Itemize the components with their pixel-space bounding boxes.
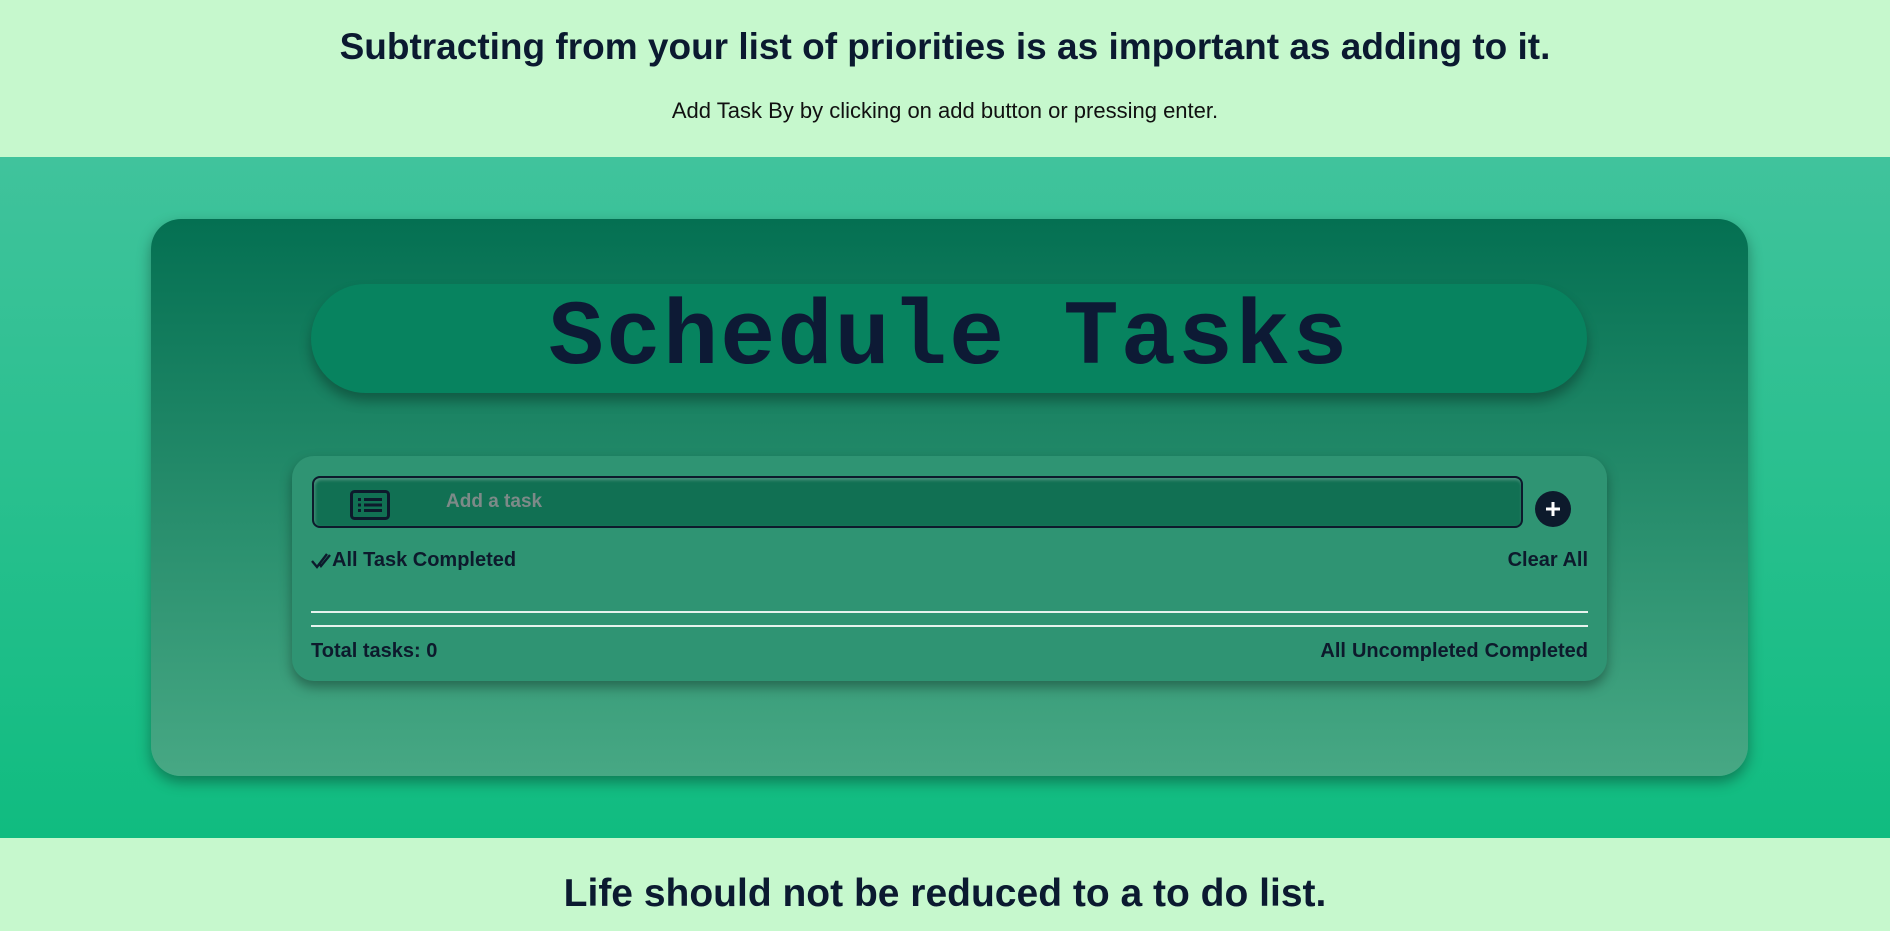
plus-icon bbox=[1546, 502, 1560, 516]
complete-all-label: All Task Completed bbox=[332, 549, 517, 571]
add-task-button[interactable] bbox=[1535, 491, 1571, 527]
total-tasks: Total tasks: 0 bbox=[311, 640, 438, 662]
clear-all-button[interactable]: Clear All bbox=[1508, 549, 1588, 572]
list-icon bbox=[350, 490, 390, 520]
complete-all-button[interactable]: All Task Completed bbox=[311, 549, 516, 572]
title-banner: Schedule Tasks bbox=[311, 284, 1587, 393]
task-footer: Total tasks: 0 All Uncompleted Completed bbox=[311, 640, 1588, 664]
todo-card: Schedule Tasks Add a task All Task Compl… bbox=[151, 219, 1748, 776]
header-hint: Add Task By by clicking on add button or… bbox=[671, 98, 1219, 123]
top-banner: Subtracting from your list of priorities… bbox=[0, 0, 1890, 157]
header-quote: Subtracting from your list of priorities… bbox=[339, 26, 1551, 67]
bottom-banner: Life should not be reduced to a to do li… bbox=[0, 838, 1890, 931]
task-panel: All Task Completed Clear All Total tasks… bbox=[292, 456, 1607, 681]
task-input-row bbox=[312, 476, 1523, 528]
bulk-actions: All Task Completed Clear All bbox=[311, 549, 1588, 573]
task-list-divider-bottom bbox=[311, 625, 1588, 627]
task-list-divider-top bbox=[311, 611, 1588, 613]
main-area: Schedule Tasks Add a task All Task Compl… bbox=[0, 157, 1890, 838]
filter-uncompleted[interactable]: Uncompleted bbox=[1352, 640, 1479, 663]
app-title: Schedule Tasks bbox=[548, 286, 1350, 391]
footer-quote: Life should not be reduced to a to do li… bbox=[563, 872, 1327, 915]
double-check-icon bbox=[311, 552, 331, 569]
filter-group: All Uncompleted Completed bbox=[1320, 640, 1588, 663]
task-input[interactable] bbox=[446, 478, 1506, 526]
filter-all[interactable]: All bbox=[1320, 640, 1346, 663]
filter-completed[interactable]: Completed bbox=[1485, 640, 1588, 663]
